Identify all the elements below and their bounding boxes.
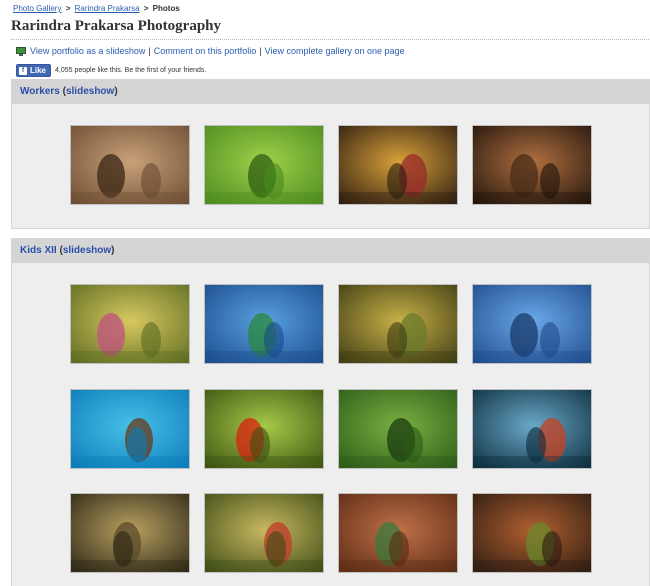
facebook-icon: f <box>19 66 27 75</box>
breadcrumb-link-photo-gallery[interactable]: Photo Gallery <box>13 4 61 13</box>
photo-thumbnail-boy-rowing[interactable] <box>70 389 190 469</box>
photo-image <box>339 285 457 363</box>
photo-image <box>205 285 323 363</box>
photo-thumbnail-old-woman-child[interactable] <box>472 493 592 573</box>
photo-image <box>339 390 457 468</box>
action-separator: | <box>148 46 151 56</box>
photo-thumbnail-rice-terrace-farmer[interactable] <box>204 125 324 205</box>
photo-thumbnail-light-rays-forest[interactable] <box>472 389 592 469</box>
like-row: f Like 4,055 people like this. Be the fi… <box>16 64 206 77</box>
like-count-text: 4,055 people like this. Be the first of … <box>55 67 207 74</box>
action-separator: | <box>259 46 262 56</box>
breadcrumb-current: Photos <box>152 4 180 13</box>
photo-image <box>71 494 189 572</box>
view-gallery-link[interactable]: View complete gallery on one page <box>265 46 405 56</box>
photo-image <box>473 494 591 572</box>
photo-image <box>473 126 591 204</box>
photo-thumbnail-woodcarver[interactable] <box>70 125 190 205</box>
album-header: Workers (slideshow) <box>12 80 649 104</box>
photo-thumbnail-kids-with-flowers[interactable] <box>70 284 190 364</box>
photo-thumbnail-craftsmen[interactable] <box>472 125 592 205</box>
photo-thumbnail-kids-on-stilts[interactable] <box>338 284 458 364</box>
album-header: Kids XII (slideshow) <box>12 239 649 263</box>
photo-image <box>71 390 189 468</box>
breadcrumb-separator: > <box>65 4 71 13</box>
photo-thumbnail-kids-swimming[interactable] <box>472 284 592 364</box>
photo-image <box>205 390 323 468</box>
photo-image <box>205 126 323 204</box>
photo-image <box>339 494 457 572</box>
portfolio-actions: View portfolio as a slideshow | Comment … <box>16 46 405 56</box>
photo-image <box>473 390 591 468</box>
view-slideshow-link[interactable]: View portfolio as a slideshow <box>30 46 145 56</box>
breadcrumb-separator: > <box>143 4 149 13</box>
photo-thumbnail-bamboo-weaver[interactable] <box>70 493 190 573</box>
album-title-link[interactable]: Kids XII <box>20 245 57 256</box>
photo-image <box>71 285 189 363</box>
photo-thumbnail-boy-on-boat[interactable] <box>204 284 324 364</box>
comment-link[interactable]: Comment on this portfolio <box>154 46 257 56</box>
photo-thumbnail-carved-window[interactable] <box>338 493 458 573</box>
like-button-label: Like <box>30 66 47 75</box>
breadcrumb-link-rarindra-prakarsa[interactable]: Rarindra Prakarsa <box>75 4 140 13</box>
like-button[interactable]: f Like <box>16 64 52 77</box>
album-slideshow-link[interactable]: slideshow <box>66 86 114 97</box>
photo-thumbnail-boy-with-bicycle[interactable] <box>204 493 324 573</box>
photo-thumbnail-green-terraces[interactable] <box>338 389 458 469</box>
monitor-icon <box>16 46 26 56</box>
breadcrumb: Photo Gallery > Rarindra Prakarsa > Phot… <box>13 4 180 13</box>
photo-thumbnail-girl-with-flower[interactable] <box>204 389 324 469</box>
photo-image <box>205 494 323 572</box>
photo-thumbnail-balinese-dancers[interactable] <box>338 125 458 205</box>
album-slideshow-link[interactable]: slideshow <box>63 245 111 256</box>
page-title: Rarindra Prakarsa Photography <box>11 18 221 34</box>
photo-image <box>473 285 591 363</box>
title-divider <box>11 39 649 40</box>
photo-image <box>339 126 457 204</box>
album-title-link[interactable]: Workers <box>20 86 60 97</box>
photo-image <box>71 126 189 204</box>
